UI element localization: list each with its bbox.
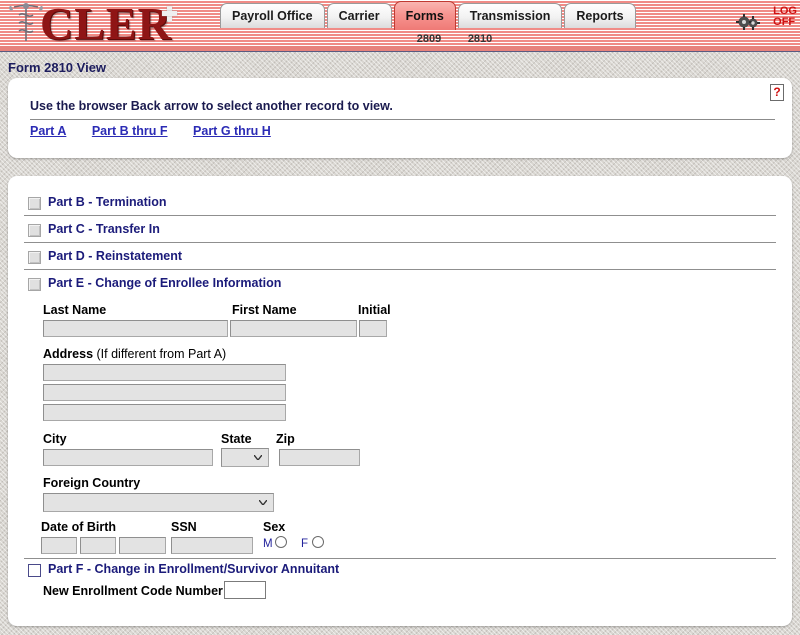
part-row-b[interactable]: Part B - Termination (24, 194, 776, 215)
tab-forms[interactable]: Forms (393, 1, 456, 30)
instructions-panel: ? Use the browser Back arrow to select a… (8, 78, 792, 158)
zip-label: Zip (276, 432, 295, 446)
part-d-label: Part D - Reinstatement (48, 249, 183, 263)
part-f-label: Part F - Change in Enrollment/Survivor A… (48, 562, 340, 576)
chevron-down-icon (254, 455, 262, 460)
address-line-1-input[interactable] (43, 364, 286, 381)
part-c-checkbox (28, 224, 41, 237)
sex-female-radio[interactable] (312, 536, 324, 548)
logo-text: CLER (40, 0, 172, 46)
part-row-d[interactable]: Part D - Reinstatement (24, 248, 776, 269)
part-b-label: Part B - Termination (48, 195, 167, 209)
part-e-divider (24, 558, 776, 559)
app-logo: CLER (0, 0, 215, 46)
tab-payroll-office[interactable]: Payroll Office (220, 3, 325, 28)
address-line-3-input[interactable] (43, 404, 286, 421)
address-label-note: (If different from Part A) (96, 347, 227, 361)
new-enrollment-code-label: New Enrollment Code Number (43, 584, 223, 598)
sex-female-label: F (301, 538, 309, 550)
settings-gears-icon[interactable] (735, 11, 761, 33)
part-d-divider (24, 269, 776, 270)
state-label: State (221, 432, 252, 446)
svg-text:?: ? (773, 85, 780, 99)
part-e-checkbox (28, 278, 41, 291)
address-line-2-input[interactable] (43, 384, 286, 401)
initial-label: Initial (358, 303, 391, 317)
log-off-line-2: OFF (773, 16, 796, 28)
link-part-a[interactable]: Part A (30, 124, 66, 138)
part-c-label: Part C - Transfer In (48, 222, 160, 236)
app-banner: CLER Payroll Office Carrier Forms Transm… (0, 0, 800, 46)
forms-subtabs[interactable]: 2809 2810 (405, 33, 504, 45)
address-label-text: Address (43, 347, 94, 361)
state-select[interactable] (221, 448, 269, 467)
banner-underline (0, 46, 800, 52)
part-row-f[interactable]: Part F - Change in Enrollment/Survivor A… (24, 561, 776, 582)
part-b-divider (24, 215, 776, 216)
part-c-divider (24, 242, 776, 243)
new-enrollment-code-input[interactable] (224, 581, 266, 599)
tab-reports[interactable]: Reports (564, 3, 636, 28)
subtab-2809[interactable]: 2809 (405, 33, 453, 45)
part-f-checkbox[interactable] (28, 564, 41, 577)
last-name-label: Last Name (43, 303, 107, 317)
chevron-down-icon (259, 500, 267, 505)
ssn-label: SSN (171, 520, 197, 534)
dob-day-input[interactable] (80, 537, 116, 554)
part-d-checkbox (28, 251, 41, 264)
dob-year-input[interactable] (119, 537, 166, 554)
zip-input[interactable] (279, 449, 360, 466)
part-b-checkbox (28, 197, 41, 210)
tab-carrier[interactable]: Carrier (326, 3, 392, 28)
instruction-text: Use the browser Back arrow to select ano… (30, 99, 393, 113)
city-label: City (43, 432, 67, 446)
link-part-b-thru-f[interactable]: Part B thru F (92, 124, 168, 138)
sex-male-radio[interactable] (275, 536, 287, 548)
part-e-label: Part E - Change of Enrollee Information (48, 276, 282, 290)
link-part-g-thru-h[interactable]: Part G thru H (193, 124, 271, 138)
page-title: Form 2810 View (8, 60, 107, 75)
cross-icon (162, 6, 177, 21)
instruction-divider (30, 119, 775, 120)
last-name-input[interactable] (43, 320, 228, 337)
part-row-c[interactable]: Part C - Transfer In (24, 221, 776, 242)
initial-input[interactable] (359, 320, 387, 337)
part-row-e[interactable]: Part E - Change of Enrollee Information (24, 275, 776, 296)
help-icon[interactable]: ? (770, 84, 784, 101)
foreign-country-select[interactable] (43, 493, 274, 512)
sex-label: Sex (263, 520, 286, 534)
dob-month-input[interactable] (41, 537, 77, 554)
city-input[interactable] (43, 449, 213, 466)
ssn-input[interactable] (171, 537, 253, 554)
part-navigation-links[interactable]: Part A Part B thru F Part G thru H (30, 124, 293, 138)
form-parts-panel: Part B - Termination Part C - Transfer I… (8, 176, 792, 626)
main-nav-tabs[interactable]: Payroll Office Carrier Forms Transmissio… (220, 1, 638, 31)
subtab-2810[interactable]: 2810 (456, 33, 504, 45)
foreign-country-label: Foreign Country (43, 476, 141, 490)
address-label: Address (If different from Part A) (43, 347, 226, 361)
log-off-button[interactable]: LOG OFF (773, 6, 797, 28)
first-name-input[interactable] (230, 320, 357, 337)
date-of-birth-label: Date of Birth (41, 520, 116, 534)
tab-transmission[interactable]: Transmission (457, 3, 563, 28)
first-name-label: First Name (232, 303, 297, 317)
sex-male-label: M (263, 538, 273, 550)
